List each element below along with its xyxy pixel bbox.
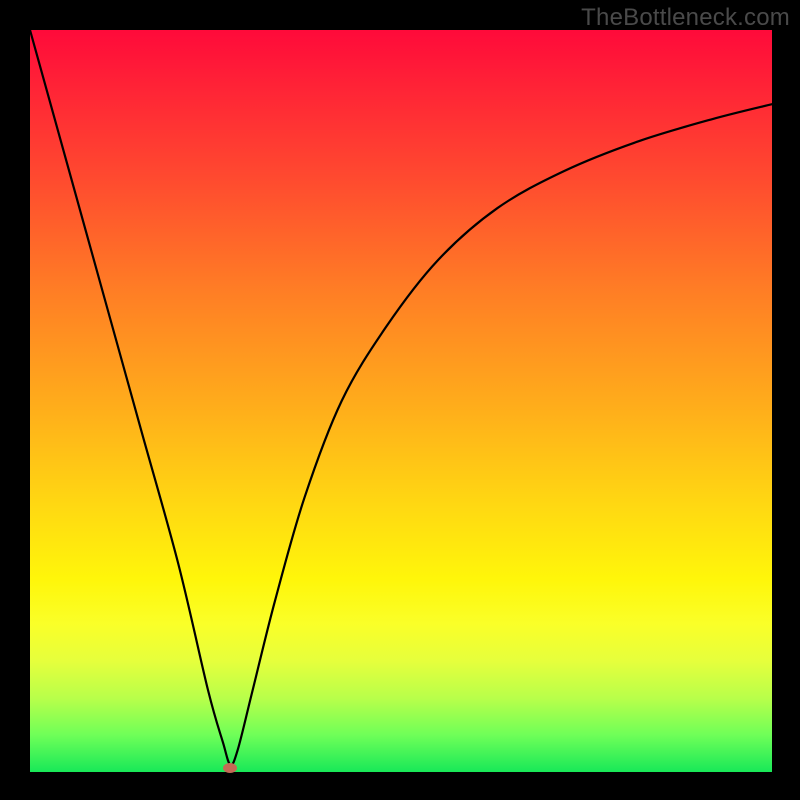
plot-area bbox=[30, 30, 772, 772]
watermark-text: TheBottleneck.com bbox=[581, 4, 790, 32]
minimum-marker bbox=[223, 763, 237, 773]
chart-frame: TheBottleneck.com bbox=[0, 0, 800, 800]
bottleneck-curve bbox=[30, 30, 772, 772]
